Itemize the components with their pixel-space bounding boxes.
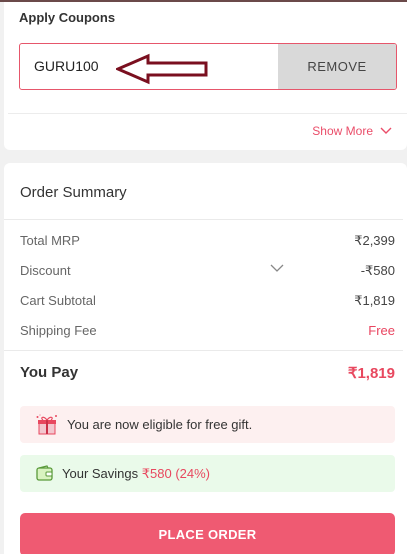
summary-row-cart-subtotal: Cart Subtotal ₹1,819 <box>20 293 395 308</box>
apply-coupons-title: Apply Coupons <box>19 10 116 25</box>
savings-banner: Your Savings ₹580 (24%) <box>20 455 395 492</box>
savings-label: Your Savings <box>62 466 142 481</box>
savings-text: Your Savings ₹580 (24%) <box>62 466 210 482</box>
savings-amount: ₹580 (24%) <box>141 466 210 481</box>
you-pay-row: You Pay ₹1,819 <box>20 364 395 382</box>
row-label: Cart Subtotal <box>20 293 96 308</box>
show-more-label: Show More <box>312 124 373 138</box>
summary-row-discount[interactable]: Discount -₹580 <box>20 263 395 278</box>
gift-icon <box>36 414 57 435</box>
row-label: Shipping Fee <box>20 323 97 338</box>
order-summary-card: Order Summary <box>4 163 407 554</box>
place-order-button[interactable]: PLACE ORDER <box>20 513 395 554</box>
free-gift-banner: You are now eligible for free gift. <box>20 406 395 443</box>
row-label: Discount <box>20 263 71 278</box>
row-label: Total MRP <box>20 233 80 248</box>
row-value: ₹2,399 <box>354 233 395 248</box>
summary-row-shipping-fee: Shipping Fee Free <box>20 323 395 338</box>
wallet-icon <box>36 465 53 481</box>
chevron-down-icon <box>380 127 392 134</box>
row-value: Free <box>368 323 395 338</box>
coupon-code: GURU100 <box>34 58 99 74</box>
you-pay-value: ₹1,819 <box>347 365 395 382</box>
order-summary-title: Order Summary <box>20 184 127 201</box>
row-value: ₹1,819 <box>354 293 395 308</box>
divider <box>8 113 407 114</box>
summary-row-total-mrp: Total MRP ₹2,399 <box>20 233 395 248</box>
divider <box>4 219 403 220</box>
free-gift-text: You are now eligible for free gift. <box>67 417 253 432</box>
row-value: -₹580 <box>360 263 395 278</box>
remove-coupon-button[interactable]: REMOVE <box>278 44 396 89</box>
left-arrow-icon <box>116 53 208 85</box>
chevron-down-icon[interactable] <box>270 264 284 273</box>
you-pay-label: You Pay <box>20 364 79 381</box>
divider <box>4 350 403 351</box>
show-more-link[interactable]: Show More <box>312 124 392 138</box>
apply-coupons-card: Apply Coupons GURU100 REMOVE Show More <box>4 2 407 150</box>
